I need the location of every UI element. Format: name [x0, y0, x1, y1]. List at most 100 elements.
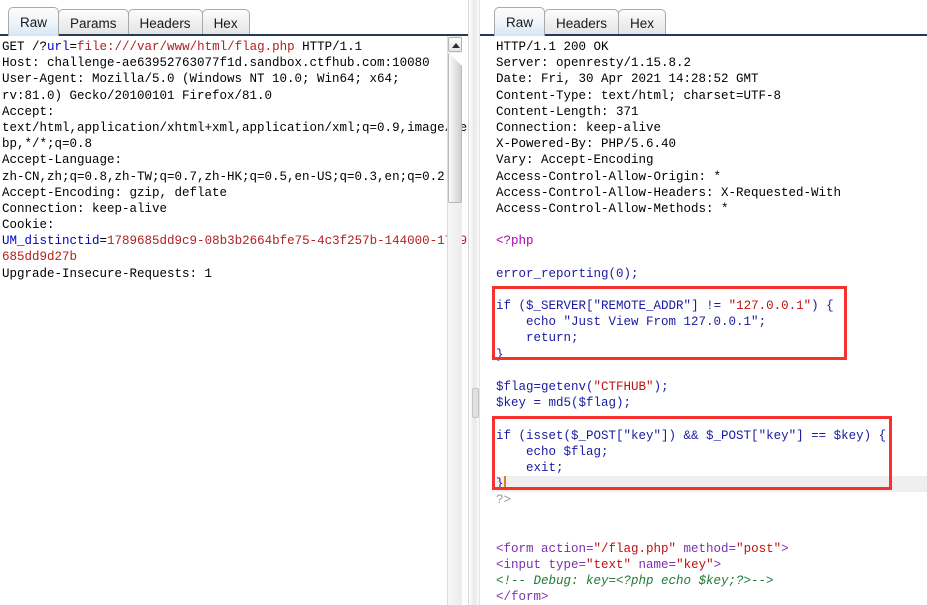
text-line: <form action="/flag.php" method="post">	[496, 541, 927, 557]
text-token: "post"	[736, 541, 782, 556]
text-line: echo "Just View From 127.0.0.1";	[496, 314, 927, 330]
text-line: HTTP/1.1 200 OK	[496, 39, 927, 55]
text-line: if ($_SERVER["REMOTE_ADDR"] != "127.0.0.…	[496, 298, 927, 314]
text-token: (	[586, 379, 594, 394]
text-line: </form>	[496, 589, 927, 605]
text-line: UM_distinctid=1789685dd9c9-08b3b2664bfe7…	[2, 233, 468, 249]
text-token: "Just View From 127.0.0.1"	[563, 315, 759, 330]
text-token: ($flag);	[571, 396, 632, 411]
text-line: Content-Type: text/html; charset=UTF-8	[496, 88, 927, 104]
text-token: "key"	[758, 428, 797, 443]
request-raw-text[interactable]: GET /?url=file:///var/www/html/flag.php …	[0, 36, 468, 605]
text-line: Connection: keep-alive	[2, 201, 468, 217]
text-token: Date: Fri, 30 Apr 2021 14:28:52 GMT	[496, 72, 759, 87]
text-token: Cookie:	[2, 218, 55, 233]
request-tab-hex[interactable]: Hex	[201, 9, 250, 36]
text-line: ?>	[496, 492, 927, 508]
text-token: Access-Control-Allow-Methods: *	[496, 201, 729, 216]
scrollbar-thumb[interactable]	[448, 53, 462, 203]
text-token: if ($_SERVER[	[496, 299, 594, 313]
text-token: url	[47, 40, 70, 54]
scroll-up-button[interactable]	[448, 37, 462, 52]
text-token: "text"	[586, 558, 632, 572]
panel-splitter[interactable]	[468, 0, 480, 605]
text-token: return;	[496, 331, 579, 346]
text-token: Host: challenge-ae63952763077f1d.sandbox…	[2, 56, 430, 71]
request-tab-params[interactable]: Params	[58, 9, 129, 36]
response-raw-text[interactable]: HTTP/1.1 200 OK Server: openresty/1.15.8.…	[480, 36, 927, 605]
text-line: Accept-Encoding: gzip, deflate	[2, 185, 468, 201]
text-token: UM_distinctid	[2, 234, 100, 249]
text-token: <input	[496, 558, 542, 572]
text-token: =	[69, 40, 78, 54]
response-tab-hex-label: Hex	[630, 16, 655, 31]
text-token: Connection: keep-alive	[2, 201, 168, 216]
text-line: Host: challenge-ae63952763077f1d.sandbox…	[2, 55, 468, 71]
response-tab-raw[interactable]: Raw	[494, 7, 546, 36]
text-token: file:///var/www/html/flag.php	[77, 40, 295, 54]
text-line: }	[496, 347, 927, 363]
response-tab-headers[interactable]: Headers	[544, 9, 620, 36]
text-token: "key"	[676, 558, 714, 572]
text-token: name=	[631, 558, 677, 572]
text-line: <!-- Debug: key=<?php echo $key;?>-->	[496, 573, 927, 589]
text-token: echo $flag;	[496, 444, 609, 459]
burp-message-editor: Raw Params Headers Hex GET /?url=file://…	[0, 0, 927, 605]
text-line: if (isset($_POST["key"]) && $_POST["key"…	[496, 428, 927, 444]
text-token: ) {	[811, 299, 834, 313]
text-line	[496, 249, 927, 265]
text-line: Connection: keep-alive	[496, 120, 927, 136]
text-line: <input type="text" name="key">	[496, 557, 927, 573]
request-vertical-scrollbar[interactable]	[447, 36, 462, 605]
text-token: getenv	[541, 379, 587, 394]
text-token: Vary: Accept-Encoding	[496, 153, 654, 168]
response-tab-raw-label: Raw	[506, 15, 534, 30]
text-token: Content-Type: text/html; charset=UTF-8	[496, 88, 782, 103]
text-token: action=	[533, 541, 594, 556]
request-tab-raw[interactable]: Raw	[8, 7, 60, 36]
text-line	[496, 411, 927, 427]
request-tab-headers[interactable]: Headers	[127, 9, 203, 36]
text-token: if (isset($_POST[	[496, 428, 624, 443]
text-line: X-Powered-By: PHP/5.6.40	[496, 136, 927, 152]
text-token: HTTP/1.1 200 OK	[496, 40, 609, 54]
text-line: Vary: Accept-Encoding	[496, 152, 927, 168]
text-line: $key = md5($flag);	[496, 395, 927, 411]
text-token: $flag=	[496, 379, 542, 394]
text-token: "/flag.php"	[593, 541, 677, 556]
text-line: text/html,application/xhtml+xml,applicat…	[2, 120, 468, 136]
current-line-highlight: }	[496, 476, 927, 493]
text-line: echo $flag;	[496, 444, 927, 460]
request-tab-headers-label: Headers	[139, 16, 191, 31]
splitter-grip[interactable]	[472, 388, 479, 418]
text-line: bp,*/*;q=0.8	[2, 136, 468, 152]
text-token: ;	[758, 315, 767, 330]
text-token: 1789685dd9c9-08b3b2664bfe75-4c3f257b-144…	[107, 234, 468, 249]
text-line: GET /?url=file:///var/www/html/flag.php …	[2, 39, 468, 55]
text-token: Content-Length: 371	[496, 104, 639, 119]
text-caret	[503, 476, 505, 490]
text-line: exit;	[496, 460, 927, 476]
text-token: GET /?	[2, 40, 48, 54]
request-tabstrip: Raw Params Headers Hex	[0, 0, 468, 36]
text-line	[496, 525, 927, 541]
response-tab-hex[interactable]: Hex	[618, 9, 667, 36]
response-tab-headers-label: Headers	[556, 16, 608, 31]
text-line: Access-Control-Allow-Origin: *	[496, 169, 927, 185]
text-line: zh-CN,zh;q=0.8,zh-TW;q=0.7,zh-HK;q=0.5,e…	[2, 169, 468, 185]
text-line: Upgrade-Insecure-Requests: 1	[2, 266, 468, 282]
text-token: $key =	[496, 396, 549, 411]
text-token: (0);	[608, 266, 639, 281]
text-token: HTTP/1.1	[294, 40, 363, 54]
text-line: User-Agent: Mozilla/5.0 (Windows NT 10.0…	[2, 71, 468, 87]
text-line: $flag=getenv("CTFHUB");	[496, 379, 927, 395]
text-line: Cookie:	[2, 217, 468, 233]
text-token: Accept-Language:	[2, 153, 123, 168]
text-token: 685dd9d27b	[2, 250, 78, 265]
text-token: zh-CN,zh;q=0.8,zh-TW;q=0.7,zh-HK;q=0.5,e…	[2, 169, 445, 184]
text-token: bp,*/*;q=0.8	[2, 137, 93, 152]
text-token: Connection: keep-alive	[496, 120, 662, 135]
text-token: type=	[541, 558, 587, 572]
text-token: "127.0.0.1"	[728, 299, 812, 313]
text-token: "CTFHUB"	[593, 379, 654, 394]
